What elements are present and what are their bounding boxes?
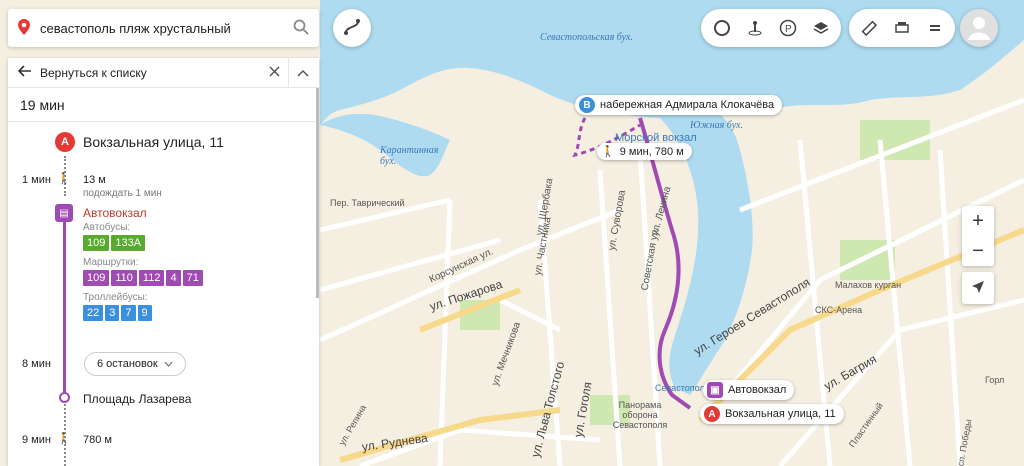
route-chip[interactable]: 22 (83, 305, 104, 321)
location-pin-icon (18, 18, 30, 38)
routes-button[interactable] (333, 9, 371, 47)
map-layers-toolbar: P (701, 9, 841, 47)
route-duration: 19 мин (8, 88, 319, 122)
water-label-south-bay: Южная бух. (690, 120, 743, 131)
close-icon[interactable] (269, 65, 280, 80)
place-label-malakhov: Малахов курган (835, 280, 902, 290)
panorama-icon[interactable] (740, 13, 769, 43)
search-box[interactable] (8, 9, 319, 47)
start-label: Вокзальная улица, 11 (725, 408, 836, 420)
route-chip[interactable]: 4 (166, 270, 181, 286)
print-icon[interactable] (888, 13, 917, 43)
route-panel: Вернуться к списку 19 мин A Вокзальная у… (8, 58, 319, 466)
chevron-down-icon (164, 358, 173, 370)
destination-badge: B (579, 97, 595, 113)
route-chip[interactable]: 109 (83, 270, 110, 286)
place-label-sks-arena: СКС-Арена (815, 305, 863, 315)
destination-marker[interactable]: B набережная Адмирала Клокачёва (575, 95, 783, 115)
stops-count: 6 остановок (97, 358, 158, 370)
walk1-time: 1 мин (22, 174, 51, 186)
zoom-in-button[interactable]: + (962, 206, 994, 236)
walk1-wait: подождать 1 мин (83, 188, 162, 199)
bus-routes: 109 133А (83, 235, 146, 251)
walk2-distance: 780 м (83, 434, 112, 446)
parking-icon[interactable]: P (773, 13, 802, 43)
route-chip[interactable]: 9 (137, 305, 152, 321)
trolley-routes: 22 3 7 9 (83, 305, 152, 321)
route-chip[interactable]: 112 (138, 270, 165, 286)
walk-badge-text: 9 мин, 780 м (619, 145, 684, 158)
walk2-time: 9 мин (22, 434, 51, 446)
route-chip[interactable]: 3 (105, 305, 120, 321)
water-label-sevastopol-bay: Севастопольская бух. (540, 32, 633, 43)
start-marker[interactable]: A Вокзальная улица, 11 (700, 404, 844, 424)
divider (288, 58, 289, 88)
bus-icon: ▣ (707, 382, 723, 398)
start-badge: A (704, 406, 720, 422)
start-badge: A (55, 132, 75, 152)
route-icon (342, 17, 362, 40)
tools-toolbar (849, 9, 955, 47)
route-chip[interactable]: 7 (121, 305, 136, 321)
transit-stop-name: Автовокзал (83, 206, 147, 220)
back-arrow-icon[interactable] (17, 65, 32, 80)
search-icon[interactable] (293, 19, 309, 38)
route-chip[interactable]: 133А (111, 235, 146, 251)
bus-icon: ▤ (55, 204, 73, 222)
walk-badge: 🚶 9 мин, 780 м (597, 143, 692, 160)
ruler-icon[interactable] (855, 13, 884, 43)
transit-segment-line (63, 214, 66, 394)
place-label-sevastopol-station: Севастополь (655, 383, 710, 393)
end-stop-name: Площадь Лазарева (83, 392, 192, 406)
trolley-label: Троллейбусы: (83, 292, 148, 303)
back-to-list-link[interactable]: Вернуться к списку (40, 66, 269, 80)
walk-icon: 🚶 (57, 173, 71, 185)
route-steps: A Вокзальная улица, 11 1 мин 🚶 13 м подо… (8, 122, 319, 466)
place-label-panorama: Панорама оборона Севастополя (612, 400, 668, 430)
place-label-tavrichesky: Пер. Таврический (330, 198, 405, 208)
route-chip[interactable]: 109 (83, 235, 110, 251)
locate-arrow-icon (971, 280, 985, 297)
stops-toggle-button[interactable]: 6 остановок (84, 352, 186, 376)
destination-label: набережная Адмирала Клокачёва (600, 99, 775, 111)
route-chip[interactable]: 110 (111, 270, 137, 286)
bus-station-label: Автовокзал (728, 384, 787, 396)
bus-station-marker[interactable]: ▣ Автовокзал (703, 380, 795, 400)
panel-scrollbar[interactable] (316, 88, 319, 298)
minibus-routes: 109 110 112 4 71 (83, 270, 203, 286)
zoom-out-button[interactable]: − (962, 236, 994, 266)
walk1-distance: 13 м (83, 174, 106, 186)
chevron-up-icon[interactable] (297, 66, 309, 80)
avatar-icon (964, 12, 994, 45)
start-address: Вокзальная улица, 11 (83, 134, 224, 150)
svg-text:P: P (785, 24, 792, 35)
menu-icon[interactable] (920, 13, 949, 43)
user-avatar[interactable] (960, 9, 998, 47)
water-label-quarantine-bay: Карантинная бух. (380, 145, 439, 167)
panel-header: Вернуться к списку (8, 58, 319, 88)
search-input[interactable] (40, 20, 293, 36)
walk-icon: 🚶 (57, 433, 71, 445)
place-label-edge: Горл (985, 375, 1005, 385)
walk-icon: 🚶 (601, 146, 615, 158)
minibus-label: Маршрутки: (83, 257, 139, 268)
end-stop-dot (59, 392, 70, 403)
traffic-icon[interactable] (707, 13, 736, 43)
locate-button[interactable] (962, 272, 994, 304)
layers-icon[interactable] (806, 13, 835, 43)
ride-time: 8 мин (22, 358, 51, 370)
route-chip[interactable]: 71 (182, 270, 203, 286)
zoom-control: + − (962, 206, 994, 266)
buses-label: Автобусы: (83, 222, 131, 233)
